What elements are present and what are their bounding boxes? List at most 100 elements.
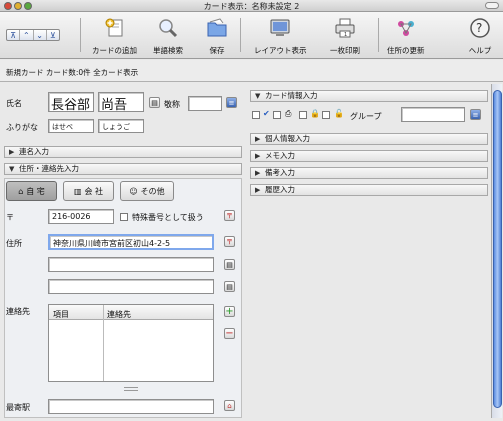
padlock-icon: 🔓 <box>334 109 344 118</box>
help-button[interactable]: ? ヘルプ <box>468 16 492 58</box>
add-card-button[interactable]: カードの追加 <box>92 16 137 58</box>
contact-column-contact: 連絡先 <box>107 310 131 319</box>
memo-section-label: メモ入力 <box>265 151 295 160</box>
address-contact-section-toggle[interactable]: ▼ 住所・連絡先入力 <box>4 163 242 175</box>
print-one-label: 一枚印刷 <box>330 46 360 55</box>
postal-code-field[interactable]: 216-0026 <box>48 209 114 224</box>
status-text: 新規カード カード数:0件 全カード表示 <box>6 68 139 77</box>
tab-home[interactable]: ⌂ 自 宅 <box>6 181 57 201</box>
memo-section-toggle[interactable]: ▶ メモ入力 <box>250 150 488 162</box>
next-record-button[interactable]: ⌄ <box>34 30 47 40</box>
tab-company-label: 会 社 <box>84 186 104 196</box>
disclosure-right-icon: ▶ <box>255 186 261 194</box>
contact-table[interactable]: 項目 連絡先 <box>48 304 214 382</box>
card-flag-checkbox-2[interactable] <box>273 111 281 119</box>
record-navigation: ⊼ ⌃ ⌄ ⊻ <box>6 29 60 41</box>
tab-other[interactable]: ☺ その他 <box>120 181 174 201</box>
address-book-icon[interactable]: ▤ <box>149 97 160 108</box>
honorific-label: 敬称 <box>164 100 180 109</box>
honorific-dropdown-icon[interactable]: ≡ <box>226 97 237 108</box>
column-divider <box>103 305 104 381</box>
personal-section-toggle[interactable]: ▶ 個人情報入力 <box>250 133 488 145</box>
add-contact-icon[interactable]: + <box>224 306 235 317</box>
furigana-last-field[interactable]: はせべ <box>48 119 94 133</box>
card-info-section-label: カード情報入力 <box>265 91 318 100</box>
previous-record-button[interactable]: ⌃ <box>20 30 34 40</box>
toolbar-separator <box>240 18 241 52</box>
remarks-section-toggle[interactable]: ▶ 備考入力 <box>250 167 488 179</box>
home-icon: ⌂ <box>18 186 24 196</box>
contact-label: 連絡先 <box>6 307 30 316</box>
tab-company[interactable]: ▥ 会 社 <box>63 181 114 201</box>
last-record-button[interactable]: ⊻ <box>47 30 59 40</box>
postal-symbol: 〒 <box>6 213 14 222</box>
card-info-section-toggle[interactable]: ▼ カード情報入力 <box>250 90 488 102</box>
status-bar: 新規カード カード数:0件 全カード表示 <box>0 60 503 82</box>
furigana-first-field[interactable]: しょうご <box>98 119 144 133</box>
toolbar: ⊼ ⌃ ⌄ ⊻ カードの追加 単語検索 保存 レイアウト表示 1 一枚印刷 住所… <box>0 12 503 59</box>
address-line2-icon[interactable]: ▤ <box>224 259 235 270</box>
lock-icon: 🔒 <box>310 109 320 118</box>
address-line3-icon[interactable]: ▤ <box>224 281 235 292</box>
renmei-section-label: 連名入力 <box>19 147 49 156</box>
address-contact-section-label: 住所・連絡先入力 <box>19 164 79 173</box>
remarks-section-label: 備考入力 <box>265 168 295 177</box>
address-update-button[interactable]: 住所の更新 <box>387 16 425 58</box>
postal-lookup-icon[interactable]: 〒 <box>224 210 235 221</box>
address-label: 住所 <box>6 239 22 248</box>
save-button[interactable]: 保存 <box>205 16 229 58</box>
layout-view-button[interactable]: レイアウト表示 <box>254 16 307 58</box>
checkmark-icon: ✔ <box>263 109 270 118</box>
first-name-field[interactable]: 尚吾 <box>98 92 144 112</box>
last-name-field[interactable]: 長谷部 <box>48 92 94 112</box>
card-flag-checkbox-1[interactable] <box>252 111 260 119</box>
address-line3-field[interactable] <box>48 279 214 294</box>
folder-save-icon <box>205 16 229 40</box>
help-label: ヘルプ <box>468 46 492 55</box>
resize-handle[interactable] <box>124 387 138 391</box>
save-label: 保存 <box>209 46 225 55</box>
personal-section-label: 個人情報入力 <box>265 134 310 143</box>
layout-view-label: レイアウト表示 <box>254 46 307 55</box>
group-field[interactable] <box>401 107 465 122</box>
address-line1-field[interactable]: 神奈川県川崎市宮前区初山4-2-5 <box>48 234 214 250</box>
monitor-icon <box>268 16 292 40</box>
scrollbar-thumb[interactable] <box>493 90 502 408</box>
word-search-button[interactable]: 単語検索 <box>153 16 183 58</box>
add-card-label: カードの追加 <box>92 46 137 55</box>
special-number-label: 特殊番号として扱う <box>132 213 204 222</box>
station-field[interactable] <box>48 399 214 414</box>
contact-column-item: 項目 <box>53 310 69 319</box>
special-number-checkbox[interactable] <box>120 213 128 221</box>
address-lookup-icon[interactable]: 〒 <box>224 236 235 247</box>
vertical-scrollbar[interactable] <box>491 84 502 418</box>
group-dropdown-icon[interactable]: ≡ <box>470 109 481 120</box>
card-flag-checkbox-4[interactable] <box>322 111 330 119</box>
honorific-field[interactable] <box>188 96 222 111</box>
disclosure-down-icon: ▼ <box>9 165 15 173</box>
print-one-button[interactable]: 1 一枚印刷 <box>330 16 360 58</box>
remove-contact-icon[interactable]: − <box>224 328 235 339</box>
disclosure-right-icon: ▶ <box>255 152 261 160</box>
svg-text:1: 1 <box>344 32 347 38</box>
first-record-button[interactable]: ⊼ <box>7 30 21 40</box>
add-card-icon <box>103 16 127 40</box>
address-line2-field[interactable] <box>48 257 214 272</box>
magnifier-icon <box>156 16 180 40</box>
furigana-label: ふりがな <box>6 123 38 132</box>
toolbar-toggle-button[interactable] <box>485 2 499 9</box>
printer-icon: 1 <box>333 16 357 40</box>
card-flag-checkbox-3[interactable] <box>299 111 307 119</box>
history-section-toggle[interactable]: ▶ 履歴入力 <box>250 184 488 196</box>
name-label: 氏名 <box>6 99 22 108</box>
help-icon: ? <box>468 16 492 40</box>
toolbar-separator <box>378 18 379 52</box>
history-section-label: 履歴入力 <box>265 185 295 194</box>
window-title: カード表示：名称未設定 2 <box>203 2 300 11</box>
svg-text:?: ? <box>476 21 482 35</box>
address-update-label: 住所の更新 <box>387 46 425 55</box>
station-lookup-icon[interactable]: ⌂ <box>224 400 235 411</box>
renmei-section-toggle[interactable]: ▶ 連名入力 <box>4 146 242 158</box>
disclosure-down-icon: ▼ <box>255 92 261 100</box>
tab-home-label: 自 宅 <box>26 186 45 196</box>
